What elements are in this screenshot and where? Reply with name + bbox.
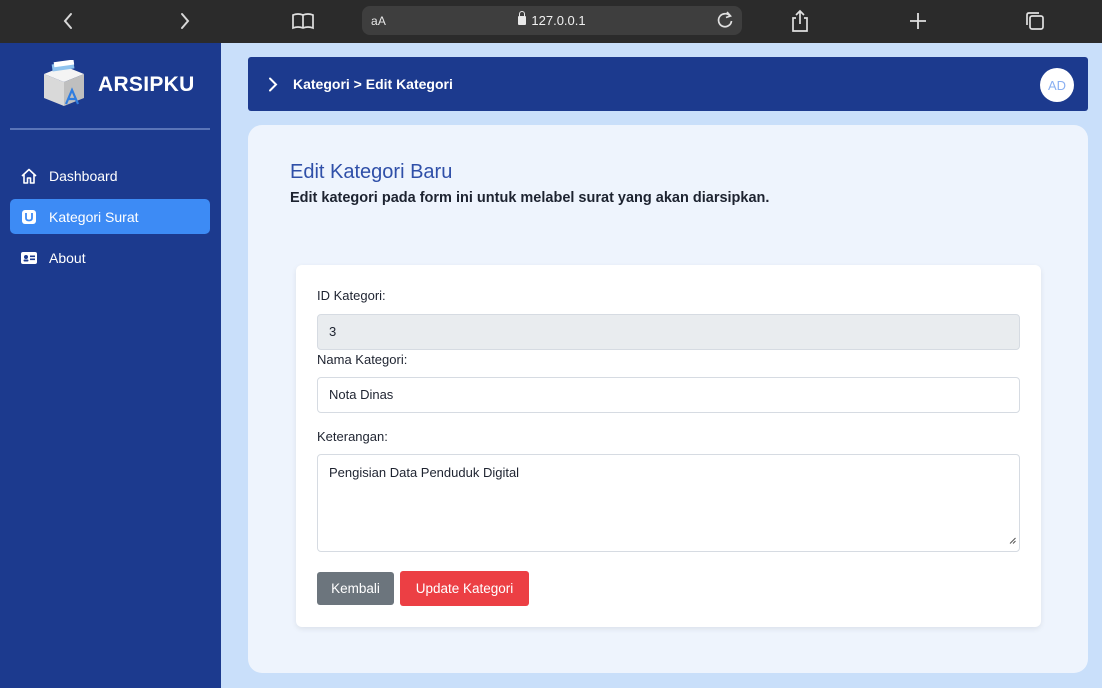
sidebar-item-label: Kategori Surat (49, 208, 139, 225)
folder-icon (20, 208, 38, 226)
main-content: Edit Kategori Baru Edit kategori pada fo… (248, 125, 1088, 673)
address-bar[interactable]: aA 127.0.0.1 (362, 6, 742, 35)
resize-grip-icon[interactable] (1009, 531, 1016, 548)
id-label: ID Kategori: (317, 288, 386, 303)
page-title: Edit Kategori Baru (290, 161, 453, 183)
page-subtitle: Edit kategori pada form ini untuk melabe… (290, 190, 770, 206)
breadcrumb: Kategori > Edit Kategori (293, 76, 453, 92)
description-text: Pengisian Data Penduduk Digital (329, 465, 520, 480)
brand-name: ARSIPKU (98, 73, 195, 96)
new-tab-plus-icon[interactable] (903, 7, 933, 35)
browser-toolbar: aA 127.0.0.1 (0, 0, 1102, 43)
home-icon (20, 167, 38, 185)
reload-icon[interactable] (714, 9, 736, 31)
name-label: Nama Kategori: (317, 352, 408, 367)
back-button[interactable]: Kembali (317, 572, 394, 605)
sidebar-item-label: Dashboard (49, 167, 118, 184)
id-field: 3 (317, 314, 1020, 350)
avatar[interactable]: AD (1040, 68, 1074, 102)
tabs-overview-icon[interactable] (1020, 7, 1050, 35)
brand[interactable]: ARSIPKU (40, 59, 195, 111)
page-header: Kategori > Edit Kategori AD (248, 57, 1088, 111)
sidebar: ARSIPKU Dashboard Kategori Surat About (0, 43, 221, 688)
description-textarea[interactable]: Pengisian Data Penduduk Digital (317, 454, 1020, 552)
id-card-icon (20, 249, 38, 267)
back-arrow-icon[interactable] (53, 7, 83, 35)
update-category-button[interactable]: Update Kategori (400, 571, 529, 606)
sidebar-item-dashboard[interactable]: Dashboard (10, 158, 210, 193)
url-value: 127.0.0.1 (531, 13, 586, 28)
edit-category-form: ID Kategori: 3 Nama Kategori: Nota Dinas… (296, 265, 1041, 627)
brand-logo-icon (40, 59, 88, 110)
sidebar-item-about[interactable]: About (10, 240, 210, 275)
name-field[interactable]: Nota Dinas (317, 377, 1020, 413)
share-icon[interactable] (785, 7, 815, 35)
sidebar-item-label: About (49, 249, 86, 266)
reader-book-icon[interactable] (288, 7, 318, 35)
lock-icon (518, 11, 527, 25)
chevron-right-icon[interactable] (268, 77, 278, 97)
description-label: Keterangan: (317, 429, 388, 444)
sidebar-divider (10, 128, 210, 130)
forward-arrow-icon[interactable] (170, 7, 200, 35)
url-text: 127.0.0.1 (362, 11, 742, 28)
sidebar-item-kategori-surat[interactable]: Kategori Surat (10, 199, 210, 234)
